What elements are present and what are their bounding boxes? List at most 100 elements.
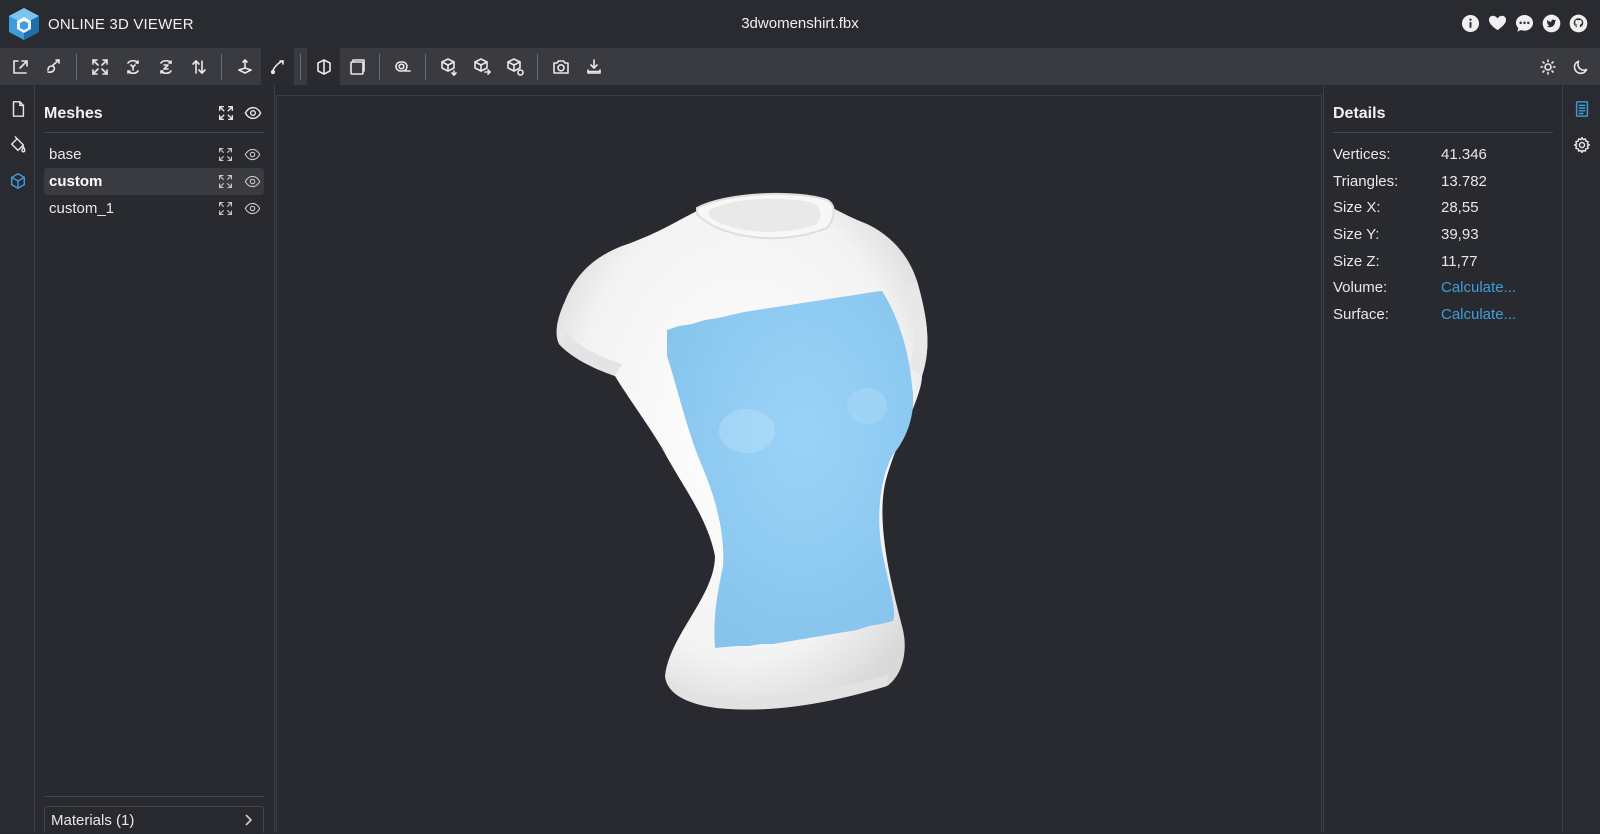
perspective-camera-icon — [316, 58, 331, 75]
cube-icon — [10, 173, 25, 189]
theme-toggle-group — [1531, 48, 1597, 85]
3d-viewport[interactable] — [276, 95, 1322, 833]
detail-row-size-x: Size X: 28,55 — [1333, 194, 1553, 221]
embed-model-button[interactable] — [498, 48, 531, 85]
open-url-icon — [46, 58, 60, 73]
app-logo[interactable] — [8, 7, 40, 41]
file-icon — [12, 101, 24, 117]
chevron-right-icon — [241, 813, 255, 827]
share-model-icon — [473, 57, 491, 75]
fit-to-window-button[interactable] — [83, 48, 116, 85]
measure-button[interactable] — [386, 48, 419, 85]
mesh-item-custom-1[interactable]: custom_1 — [44, 195, 264, 222]
set-up-vector-z-button[interactable] — [149, 48, 182, 85]
mesh-item-base[interactable]: base — [44, 141, 264, 168]
fit-mesh-icon[interactable] — [216, 199, 235, 218]
calculate-surface-link[interactable]: Calculate... — [1441, 306, 1516, 323]
orthographic-camera-icon — [349, 58, 365, 75]
detail-key: Volume: — [1333, 279, 1388, 297]
orthographic-camera-button[interactable] — [340, 48, 373, 85]
show-all-meshes-eye-icon[interactable] — [243, 103, 262, 122]
toolbar-separator — [76, 53, 77, 80]
divider — [44, 796, 264, 797]
toolbar-separator — [379, 53, 380, 80]
meshes-panel-button[interactable] — [0, 163, 35, 199]
files-panel-button[interactable] — [0, 91, 35, 127]
materials-panel-button[interactable] — [0, 127, 35, 163]
meshes-panel-title: Meshes — [44, 105, 103, 122]
fixed-up-vector-icon — [237, 58, 252, 74]
detail-key: Size Y: — [1333, 225, 1380, 243]
detail-key: Triangles: — [1333, 172, 1399, 190]
fixed-up-vector-button[interactable] — [228, 48, 261, 85]
meshes-panel: Meshes base custom custom_1 Materials (1… — [36, 85, 275, 833]
gear-icon — [1573, 136, 1591, 154]
detail-value: 41.346 — [1441, 145, 1487, 163]
embed-model-icon — [506, 57, 524, 76]
free-orbit-button[interactable] — [261, 48, 294, 85]
details-panel-button[interactable] — [1563, 91, 1600, 127]
perspective-camera-button[interactable] — [307, 48, 340, 85]
fit-mesh-icon[interactable] — [216, 172, 235, 191]
toolbar-separator — [537, 53, 538, 80]
mesh-item-custom[interactable]: custom — [44, 168, 264, 195]
divider — [44, 132, 264, 133]
mesh-item-label: custom — [49, 173, 103, 190]
detail-key: Vertices: — [1333, 145, 1391, 163]
detail-key: Size Z: — [1333, 252, 1380, 270]
toolbar-separator — [425, 53, 426, 80]
rotate-z-icon — [159, 59, 172, 74]
fit-mesh-icon[interactable] — [216, 145, 235, 164]
file-name-title: 3dwomenshirt.fbx — [741, 15, 859, 32]
detail-row-volume: Volume: Calculate... — [1333, 274, 1553, 301]
main-toolbar — [0, 48, 1600, 85]
mesh-visibility-eye-icon[interactable] — [243, 199, 262, 218]
export-model-button[interactable] — [432, 48, 465, 85]
mesh-list: base custom custom_1 — [44, 141, 264, 222]
twitter-icon[interactable] — [1542, 14, 1561, 33]
dark-mode-button[interactable] — [1564, 48, 1597, 85]
fit-all-meshes-icon[interactable] — [216, 103, 235, 122]
detail-value: 39,93 — [1441, 225, 1479, 243]
detail-row-triangles: Triangles: 13.782 — [1333, 168, 1553, 195]
settings-panel-button[interactable] — [1563, 127, 1600, 163]
toolbar-separator — [221, 53, 222, 80]
free-orbit-icon — [270, 59, 284, 74]
details-panel-title: Details — [1333, 105, 1386, 122]
paint-bucket-icon — [10, 136, 25, 153]
info-icon[interactable] — [1461, 14, 1480, 33]
open-file-button[interactable] — [4, 48, 37, 85]
open-url-button[interactable] — [37, 48, 70, 85]
share-model-button[interactable] — [465, 48, 498, 85]
divider — [1333, 132, 1553, 133]
header-bar: ONLINE 3D VIEWER 3dwomenshirt.fbx — [0, 0, 1600, 48]
details-list-icon — [1575, 101, 1589, 117]
mesh-visibility-eye-icon[interactable] — [243, 145, 262, 164]
materials-label: Materials (1) — [51, 811, 135, 829]
detail-value: 28,55 — [1441, 199, 1479, 217]
app-title[interactable]: ONLINE 3D VIEWER — [48, 16, 194, 33]
flip-arrows-icon — [191, 59, 206, 74]
calculate-volume-link[interactable]: Calculate... — [1441, 279, 1516, 296]
toolbar-separator — [300, 53, 301, 80]
details-table: Vertices: 41.346 Triangles: 13.782 Size … — [1333, 141, 1553, 328]
mesh-visibility-eye-icon[interactable] — [243, 172, 262, 191]
download-settings-button[interactable] — [577, 48, 610, 85]
discourse-icon[interactable] — [1515, 14, 1534, 33]
detail-row-size-y: Size Y: 39,93 — [1333, 221, 1553, 248]
detail-row-size-z: Size Z: 11,77 — [1333, 248, 1553, 275]
snapshot-button[interactable] — [544, 48, 577, 85]
meshes-header-actions — [216, 103, 262, 122]
materials-section-toggle[interactable]: Materials (1) — [44, 806, 264, 833]
sun-icon — [1539, 58, 1556, 75]
align-to-face-button[interactable] — [116, 48, 149, 85]
light-mode-button[interactable] — [1531, 48, 1564, 85]
header-links — [1461, 14, 1588, 33]
right-nav-strip — [1562, 85, 1600, 833]
fit-to-window-icon — [91, 58, 108, 75]
shirt-model-render — [556, 192, 928, 710]
details-panel: Details Vertices: 41.346 Triangles: 13.7… — [1323, 85, 1561, 833]
github-icon[interactable] — [1569, 14, 1588, 33]
heart-icon[interactable] — [1488, 14, 1507, 33]
flip-up-vector-button[interactable] — [182, 48, 215, 85]
